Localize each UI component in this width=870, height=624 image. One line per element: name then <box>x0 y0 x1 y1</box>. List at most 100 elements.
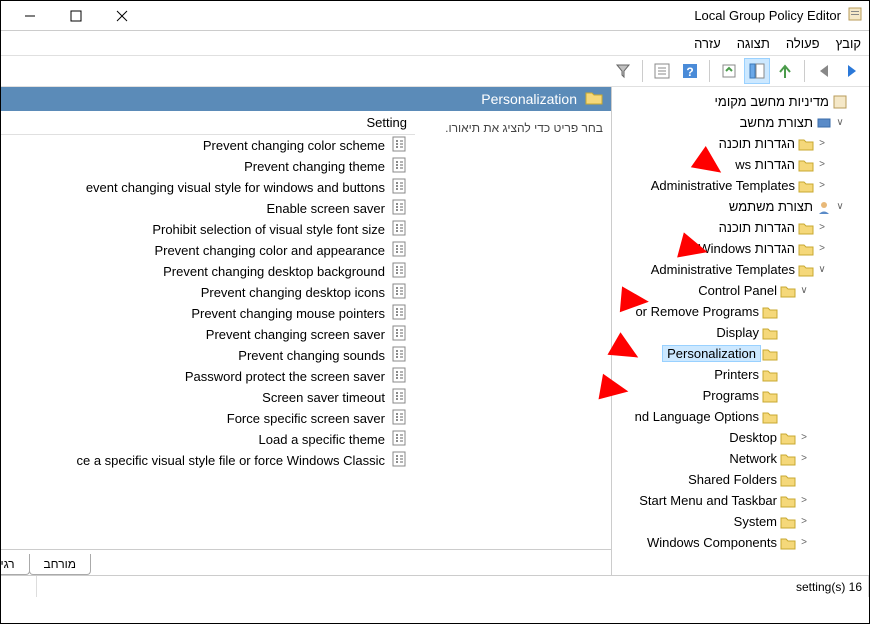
export-button[interactable] <box>716 58 742 84</box>
menu-help[interactable]: עזרה <box>694 36 721 51</box>
help-button[interactable]: ? <box>677 58 703 84</box>
setting-label: Prohibit selection of visual style font … <box>152 222 385 237</box>
folder-icon <box>797 137 815 151</box>
toolbar: ? <box>1 55 869 87</box>
setting-item[interactable]: Prevent changing theme <box>1 156 415 177</box>
app-icon <box>847 6 863 25</box>
policy-icon <box>391 346 407 365</box>
tree-wincomp[interactable]: <Windows Components <box>612 532 869 553</box>
setting-label: Prevent changing mouse pointers <box>191 306 385 321</box>
tree-startmenu[interactable]: <Start Menu and Taskbar <box>612 490 869 511</box>
up-button[interactable] <box>772 58 798 84</box>
content-pane: Personalization בחר פריט כדי להציג את תי… <box>1 87 611 575</box>
window-title: Local Group Policy Editor <box>694 8 841 23</box>
menubar: קובץ פעולה תצוגה עזרה <box>1 31 869 55</box>
tree-comp-software[interactable]: <הגדרות תוכנה <box>612 133 869 154</box>
setting-label: Prevent changing color scheme <box>203 138 385 153</box>
tree-comp-admin[interactable]: <Administrative Templates <box>612 175 869 196</box>
folder-icon <box>585 90 603 109</box>
description-pane: בחר פריט כדי להציג את תיאורו. <box>415 111 611 549</box>
setting-item[interactable]: Enable screen saver <box>1 198 415 219</box>
tree-network[interactable]: <Network <box>612 448 869 469</box>
setting-item[interactable]: Force specific screen saver <box>1 408 415 429</box>
setting-item[interactable]: ce a specific visual style file or force… <box>1 450 415 471</box>
setting-item[interactable]: Load a specific theme <box>1 429 415 450</box>
status-count: setting(s) 16 <box>790 576 869 597</box>
content-header: Personalization <box>1 87 611 111</box>
setting-item[interactable]: Prevent changing color and appearance <box>1 240 415 261</box>
policy-icon <box>391 199 407 218</box>
setting-item[interactable]: Prevent changing mouse pointers <box>1 303 415 324</box>
setting-item[interactable]: Screen saver timeout <box>1 387 415 408</box>
policy-icon <box>391 220 407 239</box>
list-header[interactable]: Setting <box>1 111 415 135</box>
tree-desktop[interactable]: <Desktop <box>612 427 869 448</box>
show-tree-button[interactable] <box>744 58 770 84</box>
back-button[interactable] <box>811 58 837 84</box>
setting-item[interactable]: Password protect the screen saver <box>1 366 415 387</box>
tree-shared[interactable]: Shared Folders <box>612 469 869 490</box>
menu-action[interactable]: פעולה <box>786 36 820 51</box>
tree-system[interactable]: <System <box>612 511 869 532</box>
setting-item[interactable]: Prevent changing desktop icons <box>1 282 415 303</box>
minimize-button[interactable] <box>7 2 53 30</box>
titlebar: Local Group Policy Editor <box>1 1 869 31</box>
tree-user-windows[interactable]: <הגדרות Windows <box>612 238 869 259</box>
tree-programs[interactable]: Programs <box>612 385 869 406</box>
policy-icon <box>391 241 407 260</box>
setting-item[interactable]: event changing visual style for windows … <box>1 177 415 198</box>
policy-icon <box>391 283 407 302</box>
policy-icon <box>391 409 407 428</box>
settings-list: Setting Prevent changing color scheme Pre… <box>1 111 415 549</box>
setting-item[interactable]: Prevent changing desktop background <box>1 261 415 282</box>
policy-icon <box>391 178 407 197</box>
setting-label: Prevent changing sounds <box>238 348 385 363</box>
setting-label: Password protect the screen saver <box>185 369 385 384</box>
setting-label: Screen saver timeout <box>262 390 385 405</box>
filter-button[interactable] <box>610 58 636 84</box>
tree-computer-config[interactable]: ∨תצורת מחשב <box>612 112 869 133</box>
setting-label: Prevent changing desktop background <box>163 264 385 279</box>
description-text: בחר פריט כדי להציג את תיאורו. <box>445 121 603 135</box>
main-area: מדיניות מחשב מקומי ∨תצורת מחשב <הגדרות ת… <box>1 87 869 575</box>
policy-icon <box>391 157 407 176</box>
setting-item[interactable]: Prevent changing sounds <box>1 345 415 366</box>
tree-personalization[interactable]: Personalization <box>612 343 869 364</box>
tree-pane: מדיניות מחשב מקומי ∨תצורת מחשב <הגדרות ת… <box>611 87 869 575</box>
tree-display[interactable]: Display <box>612 322 869 343</box>
setting-label: Load a specific theme <box>259 432 385 447</box>
tree-user-software[interactable]: <הגדרות תוכנה <box>612 217 869 238</box>
tree-root[interactable]: מדיניות מחשב מקומי <box>612 91 869 112</box>
tab-extended[interactable]: מורחב <box>29 554 92 575</box>
policy-icon <box>391 430 407 449</box>
tree-add-remove[interactable]: or Remove Programs <box>612 301 869 322</box>
tree-user-admin[interactable]: ∨Administrative Templates <box>612 259 869 280</box>
menu-view[interactable]: תצוגה <box>737 36 770 51</box>
policy-icon <box>391 367 407 386</box>
tree-printers[interactable]: Printers <box>612 364 869 385</box>
setting-label: Force specific screen saver <box>227 411 385 426</box>
view-tabs: מורחב רגיל <box>1 549 611 575</box>
policy-icon <box>391 304 407 323</box>
svg-text:?: ? <box>686 65 693 79</box>
setting-label: Prevent changing color and appearance <box>154 243 385 258</box>
setting-label: event changing visual style for windows … <box>86 180 385 195</box>
forward-button[interactable] <box>839 58 865 84</box>
properties-button[interactable] <box>649 58 675 84</box>
tree-user-config[interactable]: ∨תצורת משתמש <box>612 196 869 217</box>
tree-comp-windows[interactable]: <הגדרות ws <box>612 154 869 175</box>
content-title: Personalization <box>481 91 577 107</box>
policy-icon <box>391 451 407 470</box>
setting-item[interactable]: Prohibit selection of visual style font … <box>1 219 415 240</box>
setting-label: Prevent changing theme <box>244 159 385 174</box>
menu-file[interactable]: קובץ <box>836 36 861 51</box>
close-button[interactable] <box>99 2 145 30</box>
tab-standard[interactable]: רגיל <box>1 554 30 575</box>
setting-item[interactable]: Prevent changing screen saver <box>1 324 415 345</box>
setting-label: Enable screen saver <box>266 201 385 216</box>
maximize-button[interactable] <box>53 2 99 30</box>
policy-icon <box>391 325 407 344</box>
tree-regional[interactable]: nd Language Options <box>612 406 869 427</box>
tree-control-panel[interactable]: ∨Control Panel <box>612 280 869 301</box>
setting-item[interactable]: Prevent changing color scheme <box>1 135 415 156</box>
